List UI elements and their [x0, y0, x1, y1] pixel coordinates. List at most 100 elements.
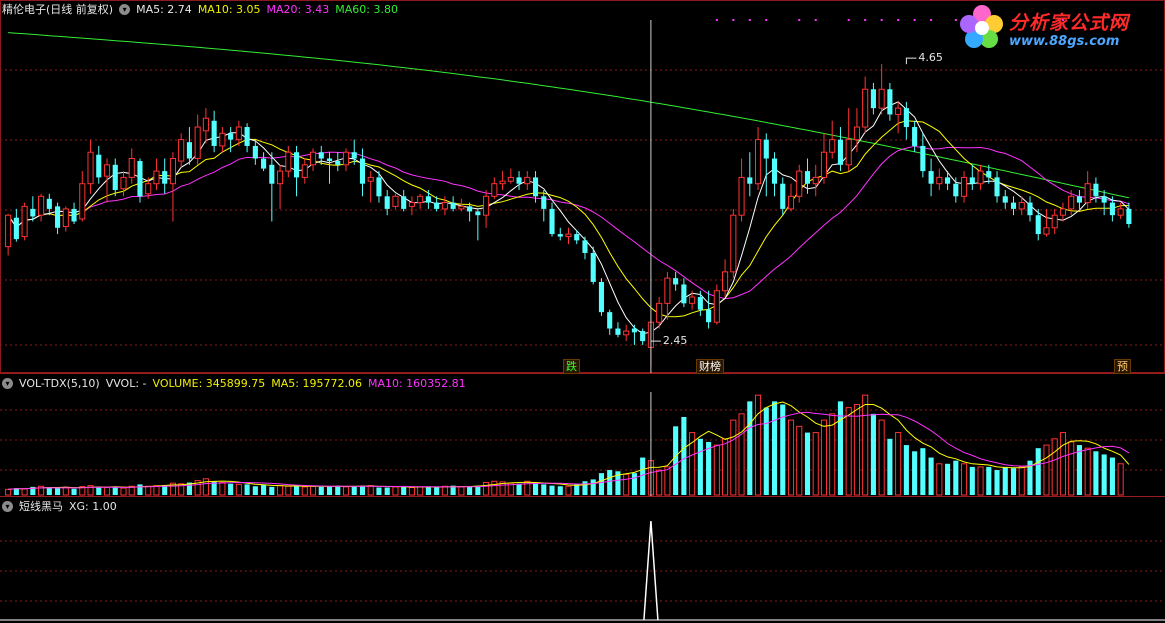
candle-body-down [55, 206, 61, 228]
volume-bar-up [656, 469, 663, 496]
volume-bar-down [384, 487, 390, 495]
volume-bar-down [1101, 454, 1107, 495]
volume-bar-down [953, 460, 959, 495]
volume-bar-down [1076, 445, 1082, 495]
candle-body-down [384, 196, 390, 209]
candle-body-up [722, 271, 729, 292]
candle-body-up [235, 126, 242, 141]
volume-bar-down [887, 438, 893, 495]
kline-panel[interactable]: 精伦电子(日线 前复权) ▾ MA5: 2.74 MA10: 3.05 MA20… [0, 0, 1165, 374]
volume-bar-up [961, 463, 968, 496]
marker-forecast-tag[interactable]: 预 [1114, 359, 1131, 374]
candle-body-down [261, 158, 267, 169]
volume-bar-up [623, 473, 630, 496]
volume-bar-up [202, 478, 209, 496]
candle-body-down [269, 164, 275, 184]
volume-bar-down [269, 486, 275, 495]
candle-body-down [450, 202, 456, 209]
signal-name-label: 短线黑马 [19, 500, 63, 513]
volume-bar-down [969, 466, 975, 495]
stock-name-label: 精伦电子(日线 前复权) [2, 3, 114, 16]
volume-bar-down [359, 485, 366, 495]
candle-body-down [986, 171, 992, 178]
volume-bar-up [565, 485, 572, 496]
chevron-down-icon[interactable]: ▾ [2, 377, 13, 389]
candle-body-down [574, 234, 580, 241]
candle-body-up [1059, 208, 1067, 216]
candle-body-down [673, 278, 679, 285]
candle-body-up [738, 176, 745, 216]
ma10-line [7, 120, 1129, 318]
volume-bar-down [425, 486, 431, 495]
candle-body-down [607, 312, 613, 329]
signal-dot [864, 19, 867, 21]
candle-body-up [441, 202, 448, 210]
candle-body-down [186, 142, 192, 159]
volume-bar-down [607, 470, 613, 495]
volume-bar-up [1068, 441, 1075, 496]
chevron-down-icon[interactable]: ▾ [2, 500, 13, 512]
volume-bar-up [367, 485, 374, 496]
volume-bar-up [1051, 438, 1058, 496]
candle-body-up [623, 330, 630, 336]
candle-body-up [1051, 214, 1058, 229]
candle-body-up [277, 170, 284, 185]
volume-bar-down [261, 485, 267, 495]
volume-bar-down [804, 432, 811, 495]
vol-ma10-line [8, 411, 1130, 490]
volume-bar-down [335, 485, 341, 495]
ma60-line [8, 32, 1130, 199]
signal-header: ▾ 短线黑马 XG: 1.00 [2, 499, 117, 513]
marker-finance-tag[interactable]: 财榜 [696, 359, 724, 374]
candle-body-up [342, 151, 350, 166]
ma20-label: MA20: 3.43 [266, 2, 330, 16]
signal-dot [880, 19, 883, 21]
candle-body-down [162, 171, 168, 184]
candle-body-down [953, 183, 959, 197]
volume-panel[interactable]: ▾ VOL-TDX(5,10) VVOL: - VOLUME: 345899.7… [0, 374, 1165, 496]
candle-body-up [820, 151, 828, 178]
marker-down-tag[interactable]: 跌 [563, 359, 580, 374]
candle-body-up [895, 107, 902, 115]
candle-body-down [706, 309, 712, 323]
volume-bar-up [812, 432, 819, 496]
low-price-label: 2.45 [662, 334, 688, 348]
volume-bar-up [120, 487, 127, 496]
candle-body-up [301, 164, 308, 178]
volume-value-label: VOLUME: 345899.75 [152, 376, 266, 390]
chevron-down-icon[interactable]: ▾ [119, 3, 131, 15]
candle-body-up [120, 176, 127, 190]
candle-body-down [837, 139, 844, 165]
volume-chart[interactable] [0, 374, 1165, 496]
volume-bar-up [342, 486, 350, 496]
candle-body-up [936, 176, 943, 185]
signal-dot [814, 19, 817, 21]
signal-dot [913, 19, 916, 21]
candle-body-up [169, 158, 176, 185]
volume-bar-down [1002, 466, 1008, 495]
candle-body-up [829, 139, 836, 153]
volume-bar-down [1093, 451, 1099, 495]
volume-bar-up [483, 482, 490, 496]
volume-bar-up [820, 419, 828, 496]
candle-body-up [1117, 208, 1124, 216]
candle-body-down [293, 152, 300, 178]
volume-bar-up [878, 419, 885, 496]
volume-bar-up [977, 466, 984, 496]
volume-bar-up [491, 480, 498, 496]
signal-chart[interactable] [0, 497, 1165, 623]
volume-bar-up [689, 432, 696, 496]
candle-body-down [252, 145, 258, 159]
candle-body-up [689, 296, 696, 304]
candle-body-down [401, 196, 407, 209]
volume-bar-up [1018, 466, 1025, 496]
volume-bar-down [326, 486, 333, 495]
candle-body-down [326, 158, 333, 162]
candle-body-up [103, 164, 111, 177]
candle-body-down [244, 127, 250, 146]
signal-xg-label: XG: 1.00 [69, 499, 117, 513]
kline-chart[interactable] [0, 0, 1165, 373]
signal-panel[interactable]: ▾ 短线黑马 XG: 1.00 [0, 497, 1165, 623]
candle-body-down [697, 297, 703, 310]
volume-bar-down [1035, 448, 1041, 495]
